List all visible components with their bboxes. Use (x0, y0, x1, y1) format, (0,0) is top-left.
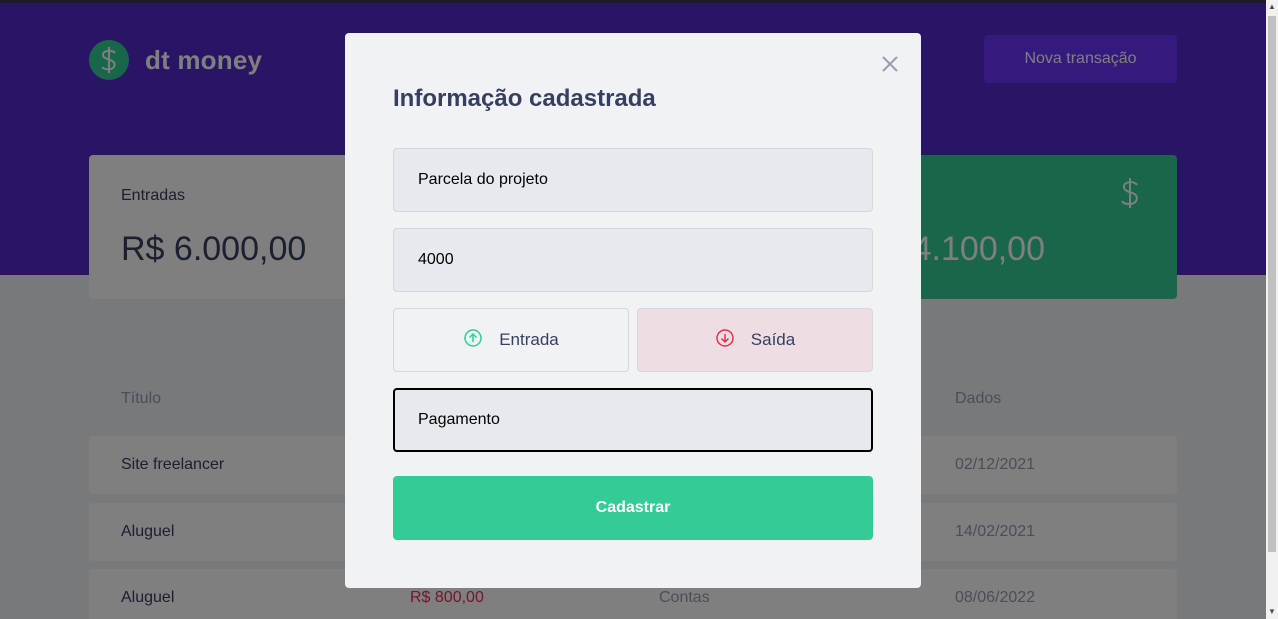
new-transaction-modal: Informação cadastrada Entrada Saída Cada… (345, 33, 921, 588)
scroll-thumb[interactable] (1268, 16, 1276, 552)
scroll-up-arrow-icon[interactable]: ▲ (1266, 0, 1278, 14)
modal-title: Informação cadastrada (393, 85, 656, 112)
type-outcome-label: Saída (750, 330, 796, 349)
submit-button[interactable]: Cadastrar (393, 476, 873, 540)
arrow-up-circle-icon (463, 328, 483, 353)
amount-input[interactable] (393, 228, 873, 292)
category-input[interactable] (393, 388, 873, 452)
arrow-down-circle-icon (715, 328, 735, 353)
scroll-down-arrow-icon[interactable]: ▼ (1266, 605, 1278, 619)
close-icon[interactable] (879, 53, 901, 75)
type-income-label: Entrada (499, 330, 559, 349)
scrollbar[interactable]: ▲ ▼ (1266, 0, 1278, 619)
title-input[interactable] (393, 148, 873, 212)
type-outcome-button[interactable]: Saída (637, 308, 873, 372)
type-income-button[interactable]: Entrada (393, 308, 629, 372)
